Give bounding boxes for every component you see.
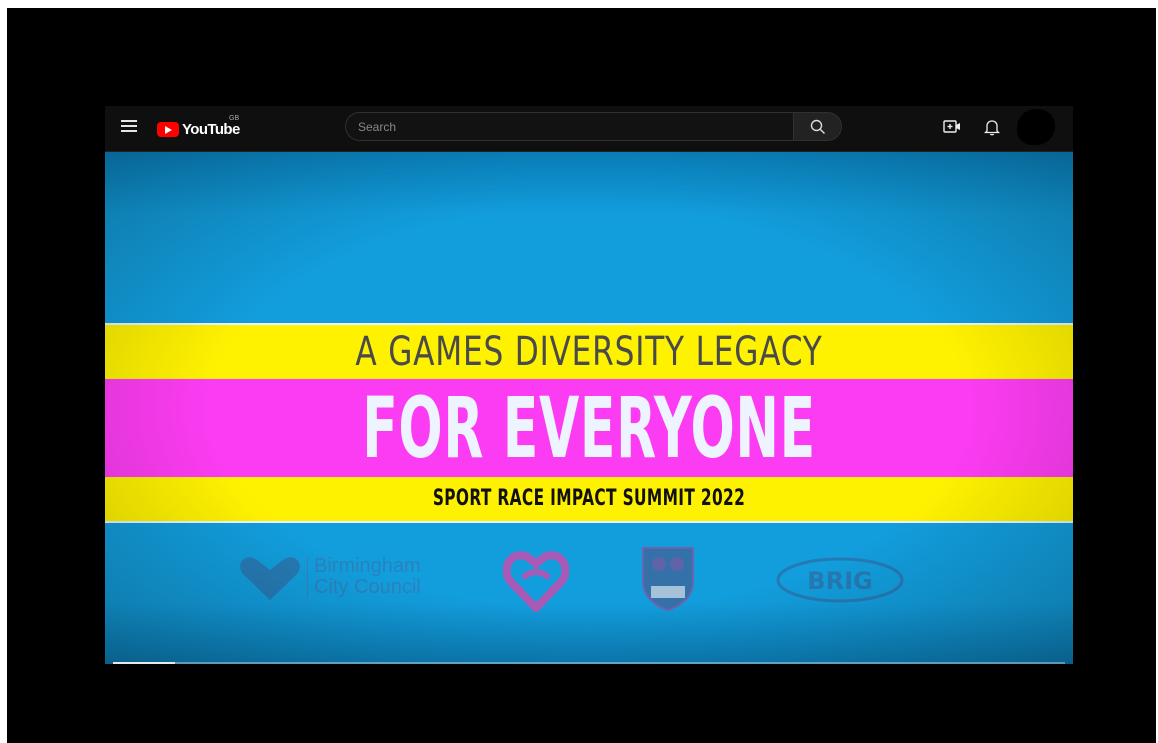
- birmingham-city-council-logo: Birmingham City Council: [307, 556, 421, 598]
- video-subtitle: SPORT RACE IMPACT SUMMIT 2022: [432, 486, 746, 511]
- search-input[interactable]: Search: [345, 112, 793, 141]
- bcc-line1: Birmingham: [314, 555, 421, 577]
- search-icon: [810, 119, 825, 134]
- heart-outline-icon: [503, 551, 569, 612]
- screen-frame: YouTube GB Search A GAMES DIVERSITY LEGA…: [7, 8, 1156, 743]
- logo-text: YouTube: [182, 120, 240, 138]
- brig-logo: BRIG: [776, 557, 904, 603]
- menu-icon[interactable]: [121, 120, 139, 134]
- video-progress-bar[interactable]: [113, 662, 1065, 664]
- crest-icon: [642, 547, 694, 612]
- create-button[interactable]: [943, 119, 961, 140]
- notifications-button[interactable]: [983, 118, 1001, 141]
- youtube-window: YouTube GB Search A GAMES DIVERSITY LEGA…: [105, 106, 1073, 666]
- create-icon: [943, 120, 960, 133]
- brig-text: BRIG: [807, 567, 872, 595]
- search-button[interactable]: [793, 112, 842, 141]
- video-headline: A GAMES DIVERSITY LEGACY: [355, 329, 823, 375]
- sponsor-logos: Birmingham City Council BRIG: [105, 542, 1073, 632]
- progress-fill: [113, 662, 175, 664]
- avatar[interactable]: [1017, 109, 1055, 145]
- bell-icon: [983, 120, 1001, 136]
- youtube-logo[interactable]: YouTube: [157, 118, 240, 140]
- search-bar: Search: [345, 112, 842, 143]
- video-title: FOR EVERYONE: [362, 379, 816, 477]
- bcc-line2: City Council: [314, 576, 421, 598]
- heart-icon: [240, 557, 300, 600]
- region-code: GB: [229, 115, 240, 122]
- video-player[interactable]: A GAMES DIVERSITY LEGACY FOR EVERYONE SP…: [105, 152, 1073, 664]
- top-bar: YouTube GB Search: [105, 106, 1073, 152]
- youtube-logo-icon: [157, 121, 179, 137]
